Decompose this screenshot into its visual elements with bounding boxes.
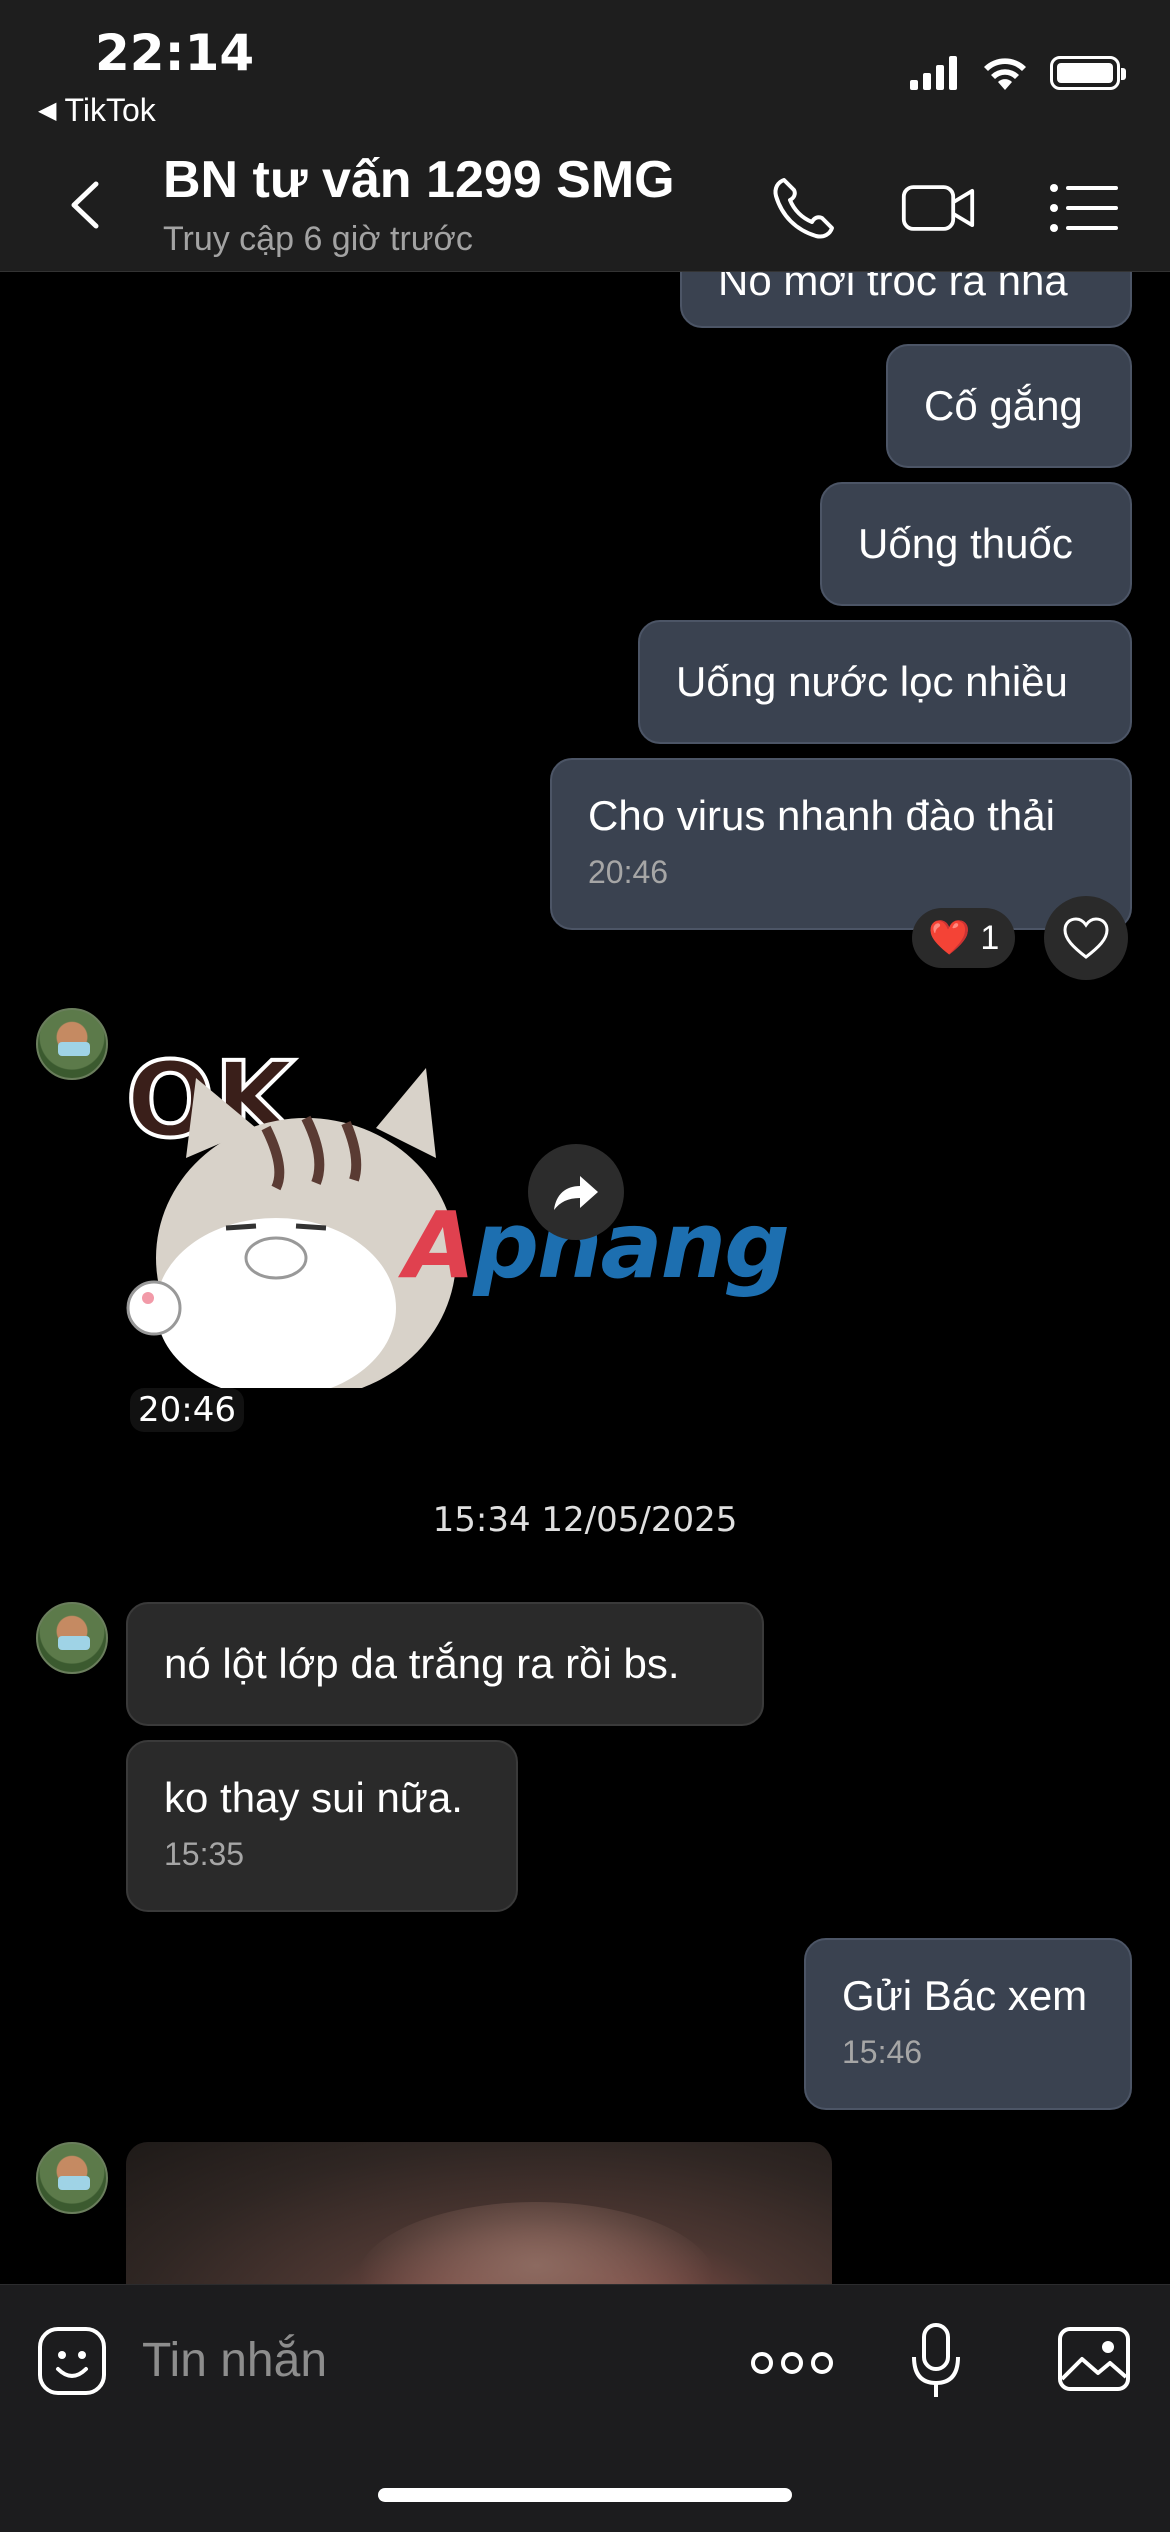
message-input[interactable]: Tin nhắn [142,2333,327,2388]
message-bubble-outgoing[interactable]: Cho virus nhanh đào thải 20:46 [550,758,1132,930]
message-text: Uống nước lọc nhiều [676,658,1068,705]
share-arrow-icon [554,1176,598,1210]
chat-header: BN tư vấn 1299 SMG Truy cập 6 giờ trước [0,140,1170,272]
image-gallery-icon[interactable] [1056,2325,1132,2393]
share-button[interactable] [528,1144,624,1240]
message-time: 15:35 [164,1836,245,1872]
like-button[interactable] [1044,896,1128,980]
message-list[interactable]: Nó mới tróc ra nha Cố gắng Uống thuốc Uố… [0,272,1170,2284]
message-time: 15:46 [842,2034,923,2070]
message-bubble-outgoing[interactable]: Cố gắng [886,344,1132,468]
message-text: Uống thuốc [858,520,1073,567]
message-text: Nó mới tróc ra nha [718,272,1068,304]
message-text: Cho virus nhanh đào thải [588,792,1055,839]
back-to-app-link[interactable]: ◀ TikTok [38,92,156,129]
menu-list-icon[interactable] [1046,170,1122,246]
wifi-icon [984,58,1026,90]
back-triangle-icon: ◀ [38,97,57,124]
avatar[interactable] [36,1008,108,1080]
message-bubble-outgoing[interactable]: Uống thuốc [820,482,1132,606]
cellular-signal-icon [910,56,957,90]
message-text: Gửi Bác xem [842,1972,1088,2019]
back-app-label: TikTok [64,92,156,128]
emoji-sticker-icon[interactable] [36,2325,108,2397]
message-text: ko thay sui nữa. [164,1774,463,1821]
message-bubble-incoming[interactable]: nó lột lớp da trắng ra rồi bs. [126,1602,764,1726]
watermark-rest: phang [473,1192,790,1299]
heart-outline-icon [1063,917,1109,959]
phone-call-icon[interactable] [766,170,842,246]
watermark-a: A [404,1192,475,1299]
status-bar: 22:14 ◀ TikTok [0,0,1170,140]
more-options-icon[interactable] [750,2343,834,2383]
message-bubble-outgoing[interactable]: Uống nước lọc nhiều [638,620,1132,744]
contact-name[interactable]: BN tư vấn 1299 SMG [163,150,675,210]
home-indicator[interactable] [378,2488,792,2502]
photo-highlight [356,2202,716,2284]
status-time: 22:14 [95,24,255,82]
photo-message[interactable] [126,2142,832,2284]
message-time: 20:46 [588,854,669,890]
date-separator: 15:34 12/05/2025 [432,1500,738,1540]
message-text: nó lột lớp da trắng ra rồi bs. [164,1640,680,1687]
message-text: Cố gắng [924,382,1083,429]
heart-reaction-icon: ❤️ [928,919,971,957]
avatar[interactable] [36,1602,108,1674]
status-icons [910,56,1126,90]
back-chevron-icon[interactable] [60,178,114,232]
reaction-badge[interactable]: ❤️ 1 [912,908,1016,968]
microphone-icon[interactable] [908,2321,964,2401]
sticker-time: 20:46 [130,1388,244,1432]
reaction-count: 1 [980,918,1000,957]
battery-icon [1050,56,1126,90]
message-bubble-incoming[interactable]: ko thay sui nữa. 15:35 [126,1740,518,1912]
message-bubble-outgoing[interactable]: Nó mới tróc ra nha [680,272,1132,328]
avatar[interactable] [36,2142,108,2214]
message-bubble-outgoing[interactable]: Gửi Bác xem 15:46 [804,1938,1132,2110]
last-seen-status: Truy cập 6 giờ trước [163,220,473,258]
video-call-icon[interactable] [900,170,976,246]
